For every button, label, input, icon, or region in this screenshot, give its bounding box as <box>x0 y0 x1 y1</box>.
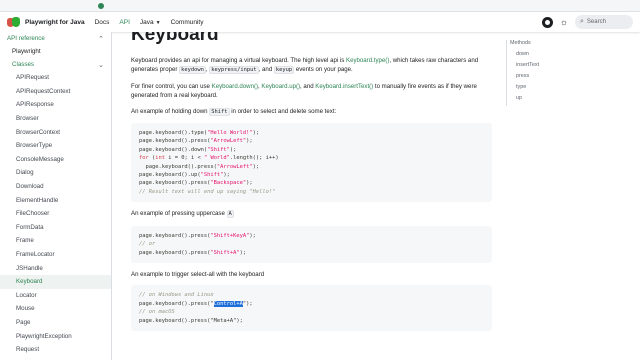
sidebar-item-framelocator[interactable]: FrameLocator <box>0 248 111 262</box>
keyboard-inserttext-link[interactable]: Keyboard.insertText() <box>315 83 373 90</box>
code-line: // on Windows and Linux <box>139 292 214 299</box>
selected-text[interactable]: Control+A <box>213 300 243 307</box>
sidebar-item-browsertype[interactable]: BrowserType <box>0 139 111 153</box>
sidebar-item-consolemessage[interactable]: ConsoleMessage <box>0 153 111 167</box>
inline-code: keypress/input <box>209 66 259 75</box>
search-icon: ⌕ <box>580 18 584 25</box>
sidebar-section-label: API reference <box>7 35 45 42</box>
code-line: page.keyboard().press("ArrowLeft"); <box>139 163 260 170</box>
sidebar-item-page[interactable]: Page <box>0 316 111 330</box>
toc-heading[interactable]: Methods <box>507 40 636 51</box>
toc-item-press[interactable]: press <box>507 73 636 84</box>
sidebar-item-playwrightexception[interactable]: PlaywrightException <box>0 329 111 343</box>
toc-item-down[interactable]: down <box>507 51 636 62</box>
search-placeholder: Search <box>586 19 606 25</box>
nav-docs-link[interactable]: Docs <box>95 19 110 26</box>
browser-top-strip <box>0 0 640 12</box>
chevron-down-icon[interactable]: ⌄ <box>98 61 104 69</box>
code-line: page.keyboard().press("Backspace"); <box>139 180 253 187</box>
inline-code: Shift <box>209 107 230 116</box>
sidebar-item-jshandle[interactable]: JSHandle <box>0 261 111 275</box>
code-line: page.keyboard().press("Shift+A"); <box>139 249 247 256</box>
sidebar-item-browsercontext[interactable]: BrowserContext <box>0 125 111 139</box>
nav-api-link[interactable]: API <box>119 19 129 26</box>
chevron-up-icon[interactable]: ⌃ <box>98 35 104 43</box>
theme-toggle-sun-icon[interactable]: ☼ <box>560 17 568 27</box>
inline-code: keyup <box>273 66 295 75</box>
sidebar-item-frame[interactable]: Frame <box>0 234 111 248</box>
language-label: Java <box>139 18 154 26</box>
code-block-select-all[interactable]: // on Windows and Linux page.keyboard().… <box>131 285 492 331</box>
navbar: Playwright for Java Docs API Java ▼ Commu… <box>0 12 640 32</box>
code-line: page.keyboard().press("Control+A"); <box>139 300 253 307</box>
sidebar-item-playwright[interactable]: Playwright <box>0 45 111 58</box>
sidebar-item-apiresponse[interactable]: APIResponse <box>0 98 111 112</box>
sidebar: API reference ⌃ Playwright Classes ⌄ API… <box>0 32 112 360</box>
sidebar-item-browser[interactable]: Browser <box>0 112 111 126</box>
page-title: Keyboard <box>131 32 219 45</box>
sidebar-item-mouse[interactable]: Mouse <box>0 302 111 316</box>
table-of-contents: Methods down insertText press type up <box>506 40 636 106</box>
sidebar-item-dialog[interactable]: Dialog <box>0 166 111 180</box>
brand-title[interactable]: Playwright for Java <box>25 19 85 26</box>
code-block-uppercase[interactable]: page.keyboard().press("Shift+KeyA"); // … <box>131 225 492 263</box>
toc-item-inserttext[interactable]: insertText <box>507 62 636 73</box>
sidebar-item-locator[interactable]: Locator <box>0 289 111 303</box>
code-line: page.keyboard().press("ArrowLeft"); <box>139 138 253 145</box>
keyboard-type-link[interactable]: Keyboard.type() <box>346 57 389 64</box>
sidebar-section-api-reference[interactable]: API reference ⌃ <box>0 32 111 45</box>
nav-community-link[interactable]: Community <box>171 19 204 26</box>
github-icon[interactable] <box>541 16 553 28</box>
toc-item-type[interactable]: type <box>507 84 636 95</box>
example1-caption: An example of holding down Shift in orde… <box>131 107 337 116</box>
playwright-logo-icon[interactable] <box>7 16 20 28</box>
finer-control-paragraph: For finer control, you can use Keyboard.… <box>131 82 477 100</box>
code-line: page.keyboard().press("Shift+KeyA"); <box>139 232 256 239</box>
intro-paragraph: Keyboard provides an api for managing a … <box>131 57 479 75</box>
keyboard-up-link[interactable]: Keyboard.up() <box>261 83 300 90</box>
keyboard-down-link[interactable]: Keyboard.down() <box>212 83 258 90</box>
sidebar-item-request[interactable]: Request <box>0 343 111 357</box>
example2-caption: An example of pressing uppercase A <box>131 210 234 219</box>
sidebar-group-label: Classes <box>12 61 35 68</box>
code-line: page.keyboard().type("Hello World!"); <box>139 130 260 137</box>
chevron-down-icon: ▼ <box>155 19 161 26</box>
code-line: page.keyboard().down("Shift"); <box>139 146 237 153</box>
sidebar-item-elementhandle[interactable]: ElementHandle <box>0 193 111 207</box>
sidebar-item-keyboard[interactable]: Keyboard <box>0 274 111 289</box>
sidebar-item-apirequestcontext[interactable]: APIRequestContext <box>0 85 111 99</box>
code-block-shift-select[interactable]: page.keyboard().type("Hello World!"); pa… <box>131 123 492 203</box>
favicon-dot <box>98 3 104 9</box>
code-line: // on macOS <box>139 309 175 316</box>
sidebar-item-apirequest[interactable]: APIRequest <box>0 71 111 85</box>
sidebar-item-filechooser[interactable]: FileChooser <box>0 207 111 221</box>
sidebar-group-classes[interactable]: Classes ⌄ <box>0 58 111 71</box>
code-line: // or <box>139 241 156 248</box>
sidebar-item-download[interactable]: Download <box>0 180 111 194</box>
inline-code: A <box>226 210 234 219</box>
language-dropdown[interactable]: Java ▼ <box>140 19 161 26</box>
inline-code: keydown <box>179 66 206 75</box>
code-line: // Result text will end up saying "Hello… <box>139 188 276 195</box>
code-line: page.keyboard().up("Shift"); <box>139 172 230 179</box>
search-button[interactable]: ⌕ Search <box>575 15 633 29</box>
example3-caption: An example to trigger select-all with th… <box>131 270 265 278</box>
toc-item-up[interactable]: up <box>507 95 636 106</box>
sidebar-item-formdata[interactable]: FormData <box>0 221 111 235</box>
code-line: for (int i = 0; i < " World".length(); i… <box>139 155 279 162</box>
code-line: page.keyboard().press("Meta+A"); <box>139 317 243 324</box>
main-content: Keyboard Keyboard provides an api for ma… <box>124 32 496 360</box>
